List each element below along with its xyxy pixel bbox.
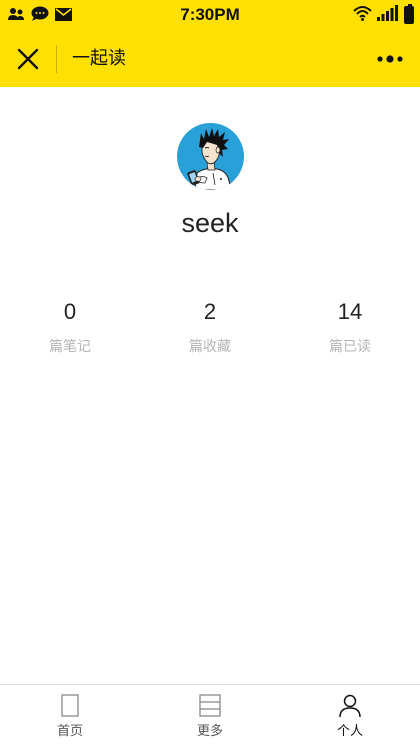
battery-icon — [404, 4, 414, 24]
nav-divider — [56, 45, 57, 73]
close-icon — [17, 48, 39, 70]
tab-home[interactable]: 首页 — [0, 685, 140, 747]
stat-read-value: 14 — [337, 299, 363, 324]
tab-more-label: 更多 — [196, 724, 223, 739]
stat-notes-value: 0 — [63, 299, 77, 324]
more-button[interactable] — [368, 44, 412, 74]
username: seek — [181, 208, 239, 238]
tab-more[interactable]: 更多 — [140, 685, 280, 747]
status-right-icons — [353, 4, 414, 25]
stat-notes[interactable]: 0 篇笔记 — [0, 296, 140, 356]
stat-favorites-value: 2 — [203, 299, 217, 324]
tab-home-label: 首页 — [56, 724, 83, 739]
page-title: 一起读 — [72, 48, 126, 69]
stat-notes-label: 篇笔记 — [49, 339, 91, 355]
stat-read[interactable]: 14 篇已读 — [280, 296, 420, 356]
tab-profile[interactable]: 个人 — [280, 685, 420, 747]
more-dots-icon — [377, 55, 403, 63]
tab-bar: 首页 更多 个人 — [0, 684, 420, 747]
app-screen: 7:30PM 一起读 seek 0 篇笔记 2 篇收藏 14 篇已读 首页 更多… — [0, 0, 420, 747]
close-button[interactable] — [8, 39, 48, 79]
nav-bar: 一起读 — [0, 30, 420, 87]
stat-favorites-label: 篇收藏 — [189, 339, 231, 355]
avatar[interactable] — [177, 123, 244, 190]
stat-favorites[interactable]: 2 篇收藏 — [140, 296, 280, 356]
stat-read-label: 篇已读 — [329, 339, 371, 355]
person-icon — [339, 694, 361, 718]
status-bar: 7:30PM — [0, 0, 420, 30]
page-icon — [61, 694, 79, 717]
tab-profile-label: 个人 — [336, 724, 363, 739]
signal-icon — [377, 5, 399, 25]
stats-row: 0 篇笔记 2 篇收藏 14 篇已读 — [0, 296, 420, 356]
list-icon — [199, 694, 221, 717]
wifi-icon — [353, 5, 372, 25]
